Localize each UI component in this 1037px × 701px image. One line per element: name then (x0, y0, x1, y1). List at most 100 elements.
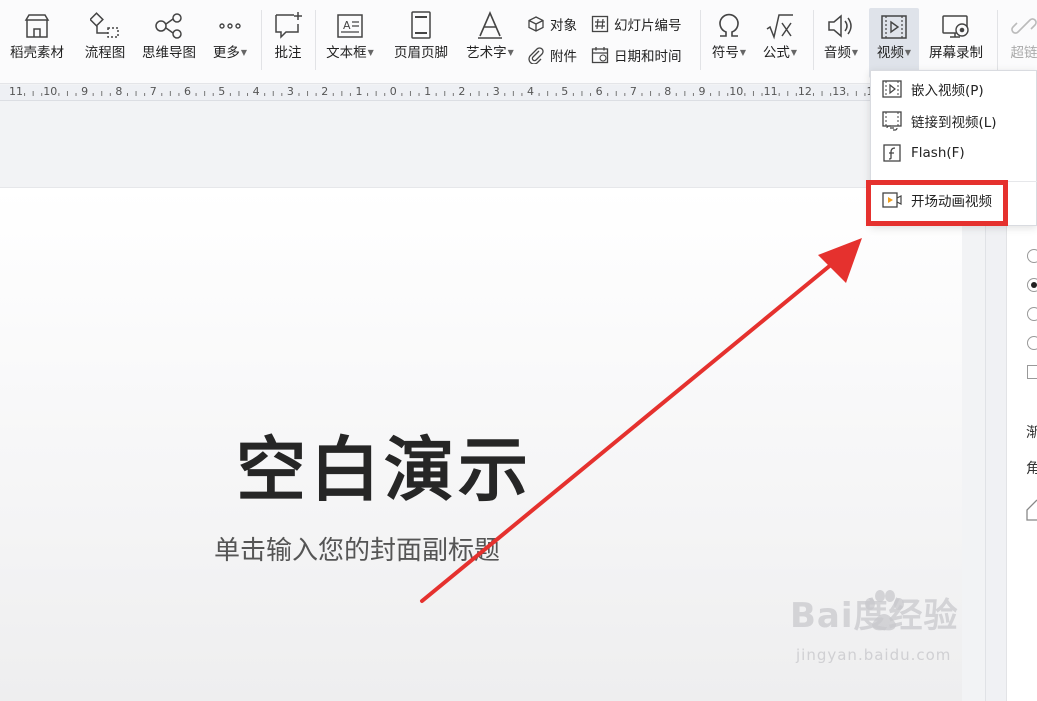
embed-video-icon (882, 80, 902, 98)
ruler-number: 2 (458, 85, 466, 98)
symbol-button[interactable]: 符号▼ (706, 0, 752, 80)
hash-box-icon (591, 15, 609, 33)
ruler-number: 6 (595, 85, 603, 98)
header-footer-icon (411, 11, 431, 39)
flowchart-button[interactable]: 流程图 (78, 0, 132, 80)
store-icon (24, 14, 50, 38)
ruler-number: 3 (492, 85, 500, 98)
symbol-label: 符号 (711, 45, 739, 61)
wordart-button[interactable]: 艺术字▼ (460, 0, 520, 80)
ribbon-divider (700, 10, 701, 70)
audio-button[interactable]: 音频▼ (818, 0, 864, 80)
comment-label: 批注 (274, 45, 302, 61)
object-cube-icon (528, 16, 544, 32)
mindmap-icon (155, 13, 182, 39)
chevron-down-icon: ▼ (507, 48, 514, 57)
mindmap-label: 思维导图 (142, 45, 196, 61)
more-button[interactable]: 更多▼ (206, 0, 254, 80)
ruler-number: 3 (286, 85, 294, 98)
chevron-down-icon: ▼ (240, 48, 248, 57)
menu-item-intro-video[interactable]: 开场动画视频 (871, 184, 1037, 216)
svg-text:A: A (343, 19, 351, 32)
object-label: 对象 (550, 18, 577, 34)
ribbon-divider (997, 10, 998, 70)
formula-icon (766, 14, 793, 40)
ruler-number: 1 (424, 85, 432, 98)
hyperlink-label: 超链 (1010, 45, 1037, 61)
header-footer-button[interactable]: 页眉页脚 (386, 0, 456, 80)
ruler-number: 5 (561, 85, 569, 98)
ruler-number: 11 (9, 85, 23, 98)
ruler-number: 10 (729, 85, 744, 98)
ruler-number: 8 (115, 85, 123, 98)
intro-video-icon (882, 192, 902, 208)
attachment-label: 附件 (550, 49, 577, 65)
more-label: 更多 (212, 45, 240, 61)
mindmap-button[interactable]: 思维导图 (136, 0, 202, 80)
menu-item-link-video[interactable]: 链接到视频(L) (871, 105, 1037, 137)
video-icon (881, 15, 907, 39)
ribbon-divider (261, 10, 262, 70)
angle-picker-icon[interactable] (1024, 496, 1037, 522)
menu-item-label: 嵌入视频(P) (911, 83, 984, 99)
comment-button[interactable]: 批注 (266, 0, 310, 80)
object-button[interactable]: 对象 (526, 12, 577, 36)
slide-subtitle[interactable]: 单击输入您的封面副标题 (214, 533, 500, 569)
chevron-down-icon: ▼ (790, 48, 798, 57)
ribbon-divider (315, 10, 316, 70)
date-time-button[interactable]: 日期和时间 (590, 43, 682, 67)
header-footer-label: 页眉页脚 (394, 45, 448, 61)
menu-item-label: 链接到视频(L) (911, 115, 997, 131)
calendar-icon (591, 47, 609, 64)
slide-number-label: 幻灯片编号 (614, 18, 682, 34)
ruler-number: 7 (629, 85, 637, 98)
more-dots-icon (219, 23, 241, 29)
screen-record-label: 屏幕录制 (929, 45, 983, 61)
menu-item-embed-video[interactable]: 嵌入视频(P) (871, 73, 1037, 105)
ribbon-divider (813, 10, 814, 70)
chevron-down-icon: ▼ (739, 48, 747, 57)
textbox-icon: A (337, 14, 363, 38)
ruler-number: 4 (527, 85, 534, 98)
video-dropdown-menu: 嵌入视频(P) 链接到视频(L) Flash(F) 开场动画视频 (870, 70, 1037, 226)
omega-icon (719, 13, 739, 37)
textbox-button[interactable]: A 文本框▼ (320, 0, 380, 80)
ruler-number: 7 (149, 85, 157, 98)
fill-option-radio-selected[interactable] (1027, 278, 1037, 292)
attachment-button[interactable]: 附件 (526, 43, 577, 67)
flash-icon (883, 144, 901, 162)
slide-title[interactable]: 空白演示 (236, 425, 532, 515)
comment-plus-icon (275, 12, 302, 39)
video-label: 视频 (876, 45, 904, 61)
menu-item-flash[interactable]: Flash(F) (871, 137, 1037, 169)
flowchart-label: 流程图 (84, 45, 126, 61)
video-button[interactable]: 视频▼ (869, 8, 919, 78)
ruler-number: 8 (664, 85, 672, 98)
panel-label-gradient: 渐 (1026, 425, 1037, 441)
audio-label: 音频 (823, 45, 851, 61)
ruler-number: 5 (218, 85, 226, 98)
chevron-down-icon: ▼ (851, 48, 859, 57)
textbox-label: 文本框 (326, 45, 367, 61)
wordart-icon (478, 10, 502, 39)
ruler-number: 0 (389, 85, 397, 98)
hyperlink-icon (1011, 18, 1037, 34)
chevron-down-icon: ▼ (367, 48, 374, 57)
chevron-down-icon: ▼ (904, 48, 912, 57)
slide-number-button[interactable]: 幻灯片编号 (590, 12, 682, 36)
formula-button[interactable]: 公式▼ (757, 0, 803, 80)
ruler-number: 12 (797, 85, 812, 98)
paperclip-icon (528, 47, 544, 64)
link-video-icon (882, 111, 902, 131)
fill-option-radio[interactable] (1027, 307, 1037, 321)
fill-option-radio[interactable] (1027, 336, 1037, 350)
docer-material-button[interactable]: 稻壳素材 (4, 0, 70, 80)
hyperlink-button[interactable]: 超链 (1004, 0, 1037, 80)
formula-label: 公式 (762, 45, 790, 61)
fill-option-radio[interactable] (1027, 249, 1037, 263)
option-checkbox[interactable] (1027, 365, 1037, 379)
docer-material-label: 稻壳素材 (10, 45, 64, 61)
ruler-number: 9 (698, 85, 706, 98)
ruler-number: 9 (81, 85, 89, 98)
screen-record-button[interactable]: 屏幕录制 (922, 0, 990, 80)
